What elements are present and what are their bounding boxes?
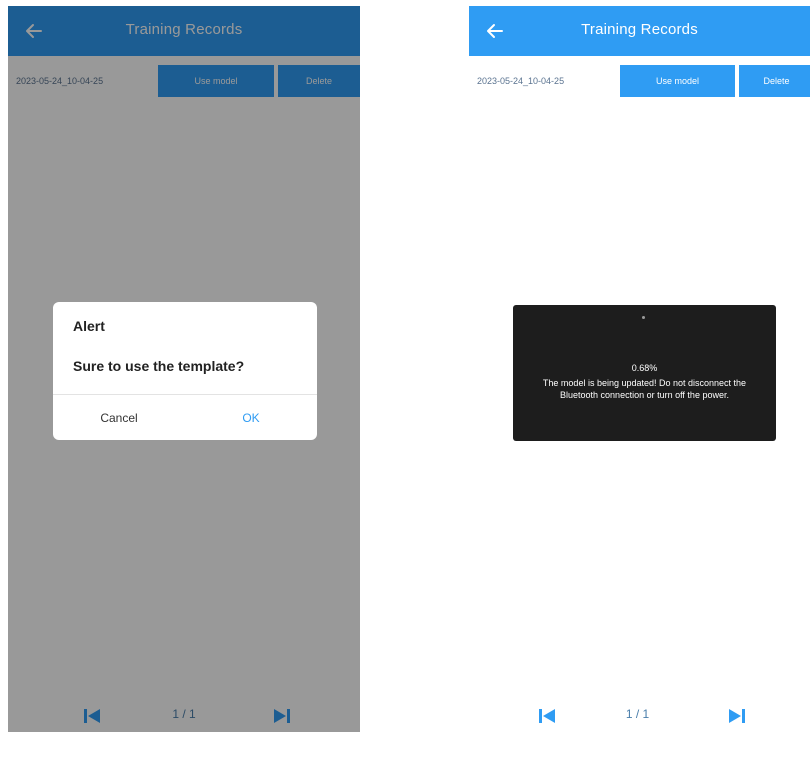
dialog-title: Alert bbox=[73, 318, 105, 334]
header: Training Records bbox=[469, 6, 810, 56]
right-screen: Training Records 2023-05-24_10-04-25 Use… bbox=[469, 6, 810, 732]
loading-dot-icon bbox=[642, 316, 645, 319]
delete-button[interactable]: Delete bbox=[739, 65, 810, 97]
progress-percent: 0.68% bbox=[631, 363, 658, 373]
dialog-message: Sure to use the template? bbox=[73, 358, 245, 374]
progress-toast: 0.68% The model is being updated! Do not… bbox=[513, 305, 776, 441]
toast-message: The model is being updated! Do not disco… bbox=[542, 378, 747, 400]
cancel-button[interactable]: Cancel bbox=[53, 395, 185, 440]
skip-last-icon[interactable] bbox=[726, 705, 748, 727]
page-title: Training Records bbox=[581, 21, 698, 38]
use-model-button[interactable]: Use model bbox=[620, 65, 735, 97]
left-screen: Training Records 2023-05-24_10-04-25 Use… bbox=[8, 6, 360, 732]
ok-button[interactable]: OK bbox=[185, 395, 317, 440]
alert-dialog: Alert Sure to use the template? Cancel O… bbox=[53, 302, 317, 440]
pager: 1 / 1 bbox=[469, 701, 810, 731]
record-date: 2023-05-24_10-04-25 bbox=[477, 76, 565, 86]
record-row: 2023-05-24_10-04-25 Use model Delete bbox=[469, 64, 810, 98]
page-indicator: 1 / 1 bbox=[625, 707, 650, 721]
